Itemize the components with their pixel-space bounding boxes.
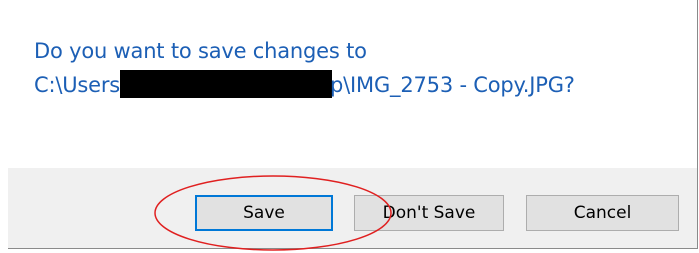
dialog-message: Do you want to save changes to C:\Users p… [34, 34, 575, 102]
button-bar: Save Don't Save Cancel [8, 168, 697, 248]
save-button[interactable]: Save [195, 195, 333, 231]
redaction-block [120, 70, 333, 98]
cancel-button[interactable]: Cancel [526, 195, 679, 231]
path-prefix: C:\Users [34, 73, 121, 97]
message-line-path: C:\Users p\IMG_2753 - Copy.JPG? [34, 68, 575, 102]
path-suffix: \IMG_2753 - Copy.JPG? [343, 73, 575, 97]
path-redacted-tail: p [330, 73, 344, 97]
save-changes-dialog: Do you want to save changes to C:\Users p… [8, 0, 698, 249]
dont-save-button[interactable]: Don't Save [354, 195, 504, 231]
message-line-question: Do you want to save changes to [34, 39, 367, 63]
